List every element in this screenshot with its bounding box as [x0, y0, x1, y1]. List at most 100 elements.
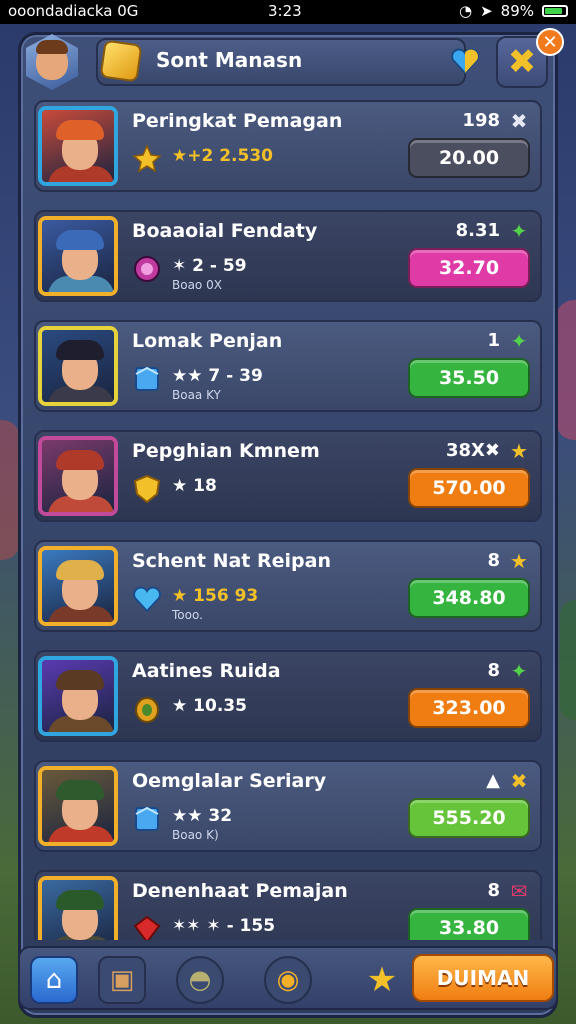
player-name: Aatines Ruida: [132, 660, 281, 682]
player-rank: 8: [487, 880, 500, 901]
player-stat: ★ 10.35: [172, 696, 247, 716]
close-icon: ✕: [542, 31, 558, 53]
player-name: Oemglalar Seriary: [132, 770, 327, 792]
gold-cube-icon: [101, 41, 141, 81]
alarm-icon: ◔: [458, 2, 473, 20]
potion-icon: [134, 256, 160, 282]
value-button[interactable]: 35.50: [408, 358, 530, 398]
player-avatar: [38, 876, 118, 940]
badge-icon: ✉: [510, 879, 528, 903]
star-icon: [132, 144, 162, 173]
player-stat: ★★ 32: [172, 806, 233, 826]
heart-icon: [133, 586, 161, 613]
search-nav-button[interactable]: ◉: [264, 956, 312, 1004]
badge-icon: ✖: [510, 769, 528, 793]
player-avatar: [38, 656, 118, 736]
list-item[interactable]: Oemglalar Seriary ★★ 32 Boao K) ▲ ✖ 555.20: [34, 760, 542, 852]
player-stat: ★★ 7 - 39: [172, 366, 263, 386]
list-item[interactable]: Lomak Penjan ★★ 7 - 39 Boaa KY 1 ✦ 35.50: [34, 320, 542, 412]
checkmark-icon: ✦: [510, 659, 528, 683]
player-stat: ★+2 2.530: [172, 146, 274, 166]
player-name: Lomak Penjan: [132, 330, 283, 352]
value-button[interactable]: 20.00: [408, 138, 530, 178]
panel-header: Sont Manasn ✖: [18, 32, 558, 94]
page-title: Sont Manasn: [156, 48, 303, 72]
star-icon: ★: [510, 549, 528, 573]
player-stat: ★ 156 93: [172, 586, 259, 606]
player-list[interactable]: Peringkat Pemagan ★+2 2.530 198 ✖ 20.00 Boaao…: [34, 100, 542, 940]
value-button[interactable]: 33.80: [408, 908, 530, 940]
home-nav-button[interactable]: ⌂: [30, 956, 78, 1004]
player-avatar: [38, 766, 118, 846]
background-sign-left: [0, 420, 20, 560]
player-name: Peringkat Pemagan: [132, 110, 343, 132]
ruby-icon: [133, 915, 161, 940]
background-tree: [560, 600, 576, 720]
player-avatar: [38, 106, 118, 186]
player-avatar: [38, 546, 118, 626]
player-rank: 8.31: [455, 220, 500, 241]
list-item[interactable]: Schent Nat Reipan ★ 156 93 Tooo. 8 ★ 348.80: [34, 540, 542, 632]
battery-icon: [542, 5, 568, 17]
player-avatar: [38, 436, 118, 516]
value-button[interactable]: 323.00: [408, 688, 530, 728]
bag-icon: ▣: [109, 965, 135, 995]
favorites-nav-button[interactable]: ★: [358, 956, 406, 1004]
player-rank: 8: [487, 550, 500, 571]
list-item[interactable]: Pepghian Kmnem ★ 18 38X✖ ★ 570.00: [34, 430, 542, 522]
player-stat: ★ 18: [172, 476, 217, 496]
cube-icon: [135, 366, 159, 391]
value-button[interactable]: 32.70: [408, 248, 530, 288]
list-item[interactable]: Boaaoial Fendaty ✶ 2 - 59 Boao 0X 8.31 ✦ 32.7…: [34, 210, 542, 302]
home-icon: ⌂: [45, 965, 63, 995]
shield-icon: [133, 474, 161, 504]
list-item[interactable]: Denenhaat Pemajan ✶✶ ✶ - 155 8 ✉ 33.80: [34, 870, 542, 940]
player-rank: 38X✖: [445, 440, 500, 461]
battery-percent: 89%: [500, 2, 534, 20]
player-stat: ✶✶ ✶ - 155: [172, 916, 276, 936]
helmet-icon: ◓: [188, 965, 212, 995]
player-stat: ✶ 2 - 59: [172, 256, 247, 276]
player-avatar: [38, 216, 118, 296]
inventory-nav-button[interactable]: ▣: [98, 956, 146, 1004]
location-icon: ➤: [480, 2, 493, 20]
bottom-nav: ⌂ ▣ ◓ ◉ ★ DUIMAN: [18, 946, 558, 1010]
player-avatar: [38, 326, 118, 406]
badge-icon: ✖: [510, 109, 528, 133]
crossed-swords-icon: ✖: [507, 42, 537, 82]
status-bar: ooondadiacka 0G 3:23 ◔ ➤ 89%: [0, 0, 576, 24]
star-icon: ★: [510, 439, 528, 463]
player-name: Boaaoial Fendaty: [132, 220, 318, 242]
player-name: Pepghian Kmnem: [132, 440, 320, 462]
status-icons: ◔ ➤ 89%: [459, 2, 568, 20]
star-icon: ★: [366, 960, 398, 1000]
checkmark-icon: ✦: [510, 219, 528, 243]
value-button[interactable]: 348.80: [408, 578, 530, 618]
helmet-nav-button[interactable]: ◓: [176, 956, 224, 1004]
player-subtext: Boaa KY: [172, 388, 221, 402]
player-subtext: Boao K): [172, 828, 219, 842]
heart-icon: [451, 48, 479, 75]
carrier-text: ooondadiacka 0G: [8, 2, 139, 20]
player-subtext: Boao 0X: [172, 278, 222, 292]
background-sign-right: [556, 300, 576, 440]
player-rank: 198: [462, 110, 500, 131]
list-item[interactable]: Aatines Ruida ★ 10.35 8 ✦ 323.00: [34, 650, 542, 742]
player-name: Schent Nat Reipan: [132, 550, 331, 572]
main-action-button[interactable]: DUIMAN: [412, 954, 554, 1002]
cube-icon: [135, 806, 159, 831]
player-name: Denenhaat Pemajan: [132, 880, 348, 902]
profile-avatar[interactable]: [26, 34, 78, 90]
value-button[interactable]: 570.00: [408, 468, 530, 508]
value-button[interactable]: 555.20: [408, 798, 530, 838]
clock: 3:23: [268, 2, 302, 20]
player-rank: ▲: [486, 770, 500, 791]
search-icon: ◉: [276, 965, 300, 995]
player-rank: 1: [487, 330, 500, 351]
list-item[interactable]: Peringkat Pemagan ★+2 2.530 198 ✖ 20.00: [34, 100, 542, 192]
player-rank: 8: [487, 660, 500, 681]
close-button[interactable]: ✕: [536, 28, 564, 56]
player-subtext: Tooo.: [172, 608, 203, 622]
checkmark-icon: ✦: [510, 329, 528, 353]
gem-icon: [135, 697, 159, 723]
